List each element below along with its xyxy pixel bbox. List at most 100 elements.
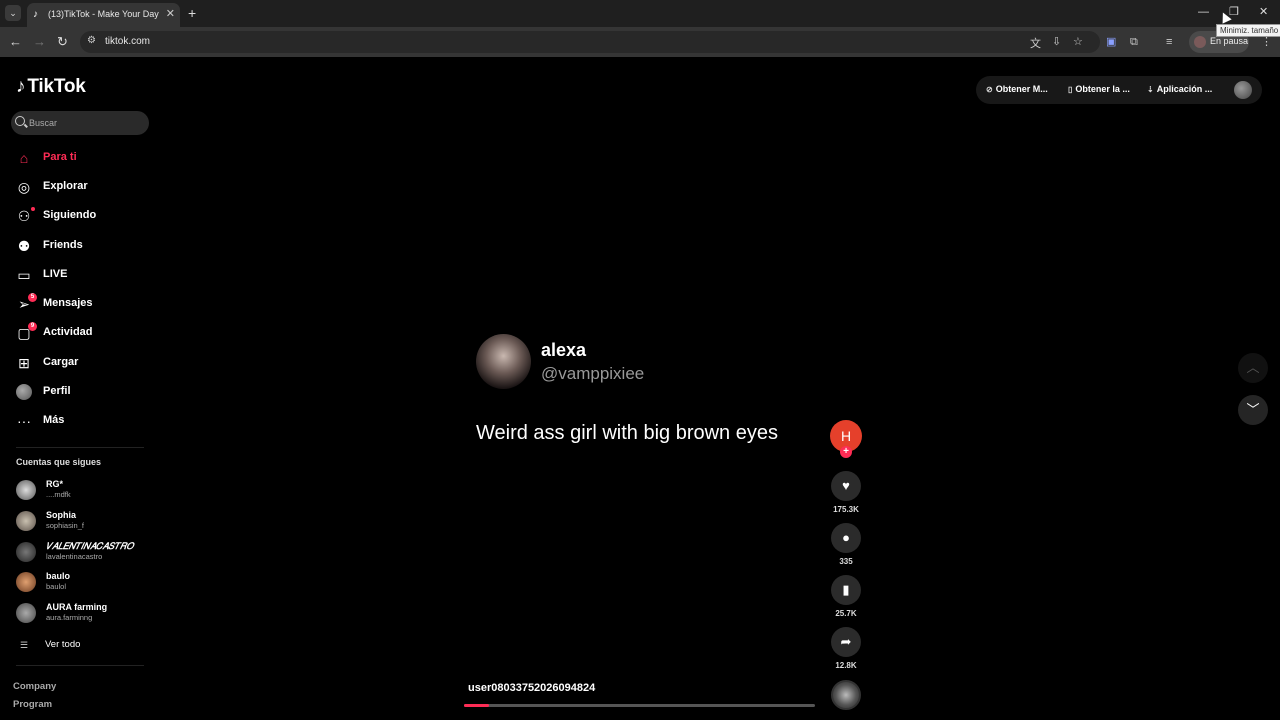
browser-tab-bar: ⌄ ♪ (13)TikTok - Make Your Day ✕ + — ❐ ✕ <box>0 0 1280 27</box>
divider <box>16 447 144 448</box>
share-button[interactable]: ➦ 12.8K <box>831 627 861 670</box>
bookmark-star-icon[interactable]: ☆ <box>1073 35 1083 48</box>
post-author-handle[interactable]: @vamppixiee <box>541 364 644 384</box>
get-coins-button[interactable]: ⊘ Obtener M... <box>986 84 1048 94</box>
search-input[interactable] <box>29 115 139 131</box>
action-column: H + ♥ 175.3K ● 335 ▮ 25.7K ➦ 12.8K <box>830 420 864 720</box>
logo-text: TikTok <box>27 76 86 97</box>
followed-account[interactable]: 𝑉𝐴𝐿𝐸𝑁𝑇𝐼𝑁𝐴𝐶𝐴𝑆𝑇𝑅𝑂 lavalentinacastro <box>16 538 156 566</box>
upload-icon: ⊞ <box>18 355 30 371</box>
avatar <box>16 480 36 500</box>
followed-account[interactable]: RG* ....mdfk <box>16 476 156 504</box>
previous-video-button[interactable]: ︿ <box>1238 353 1268 383</box>
tab-search-button[interactable]: ⌄ <box>5 5 21 21</box>
nav-item-cargar[interactable]: ⊞ Cargar <box>16 352 156 374</box>
search-icon <box>15 116 25 126</box>
nav-item-para-ti[interactable]: ⌂ Para ti <box>16 147 156 169</box>
nav-label: Actividad <box>43 326 93 338</box>
compass-icon: ◎ <box>17 179 31 195</box>
progress-fill <box>464 704 489 707</box>
extensions-puzzle-icon[interactable]: ⧉ <box>1130 35 1138 49</box>
nav-item-explorar[interactable]: ◎ Explorar <box>16 176 156 198</box>
nav-item-siguiendo[interactable]: ⚇ Siguiendo <box>16 205 156 227</box>
forward-icon[interactable]: → <box>33 34 46 50</box>
music-disc-icon[interactable] <box>831 680 861 710</box>
save-count: 25.7K <box>835 609 857 618</box>
get-app-button[interactable]: ▯ Obtener la ... <box>1068 84 1130 94</box>
account-name: RG* <box>46 479 64 489</box>
tiktok-logo[interactable]: ♪ TikTok <box>16 76 86 98</box>
address-bar[interactable]: ⚙ tiktok.com 文 ⇩ ☆ <box>80 31 1100 53</box>
avatar <box>16 603 36 623</box>
messages-badge: 5 <box>28 293 37 302</box>
see-all-label: Ver todo <box>45 639 81 650</box>
nav-item-actividad[interactable]: ▢ 9 Actividad <box>16 322 156 344</box>
nav-label: Explorar <box>43 180 88 192</box>
avatar <box>16 542 36 562</box>
nav-item-friends[interactable]: ⚉ Friends <box>16 235 156 257</box>
browser-menu-icon[interactable]: ⋮ <box>1261 35 1272 49</box>
nav-label: Más <box>43 414 65 426</box>
list-icon: ☰ <box>20 640 29 650</box>
post-author-name[interactable]: alexa <box>541 340 586 361</box>
like-count: 175.3K <box>833 505 859 514</box>
nav-label: Friends <box>43 239 83 251</box>
account-handle: ....mdfk <box>46 490 71 499</box>
header-actions: ⊘ Obtener M... ▯ Obtener la ... ⇣ Aplicació… <box>976 76 1262 104</box>
button-label: Obtener la ... <box>1075 84 1130 94</box>
friends-icon: ⚉ <box>17 238 31 254</box>
extension-icon[interactable]: ▣ <box>1106 35 1116 49</box>
coin-icon: ⊘ <box>986 85 993 94</box>
translate-icon[interactable]: 文 <box>1030 35 1041 51</box>
home-icon: ⌂ <box>19 150 29 166</box>
nav-item-mas[interactable]: ··· Más <box>16 410 156 432</box>
followed-account[interactable]: baulo baulol <box>16 568 156 596</box>
see-all-button[interactable]: ☰ Ver todo <box>20 637 140 653</box>
tiktok-note-icon: ♪ <box>16 76 26 97</box>
feed-post: alexa @vamppixiee Weird ass girl with bi… <box>464 334 876 714</box>
profile-icon <box>16 384 32 400</box>
post-author-avatar[interactable] <box>476 334 531 389</box>
nav-label: Siguiendo <box>43 209 97 221</box>
reading-list-icon[interactable]: ≡ <box>1166 35 1172 49</box>
followed-account[interactable]: AURA farming aura.farminng <box>16 599 156 627</box>
footer-link-company[interactable]: Company <box>13 681 56 692</box>
reload-icon[interactable]: ↻ <box>57 34 68 50</box>
followed-account[interactable]: Sophia sophiasin_f <box>16 507 156 535</box>
nav-label: LIVE <box>43 268 68 280</box>
close-window-button[interactable]: ✕ <box>1259 4 1268 20</box>
nav-item-perfil[interactable]: Perfil <box>16 381 156 403</box>
share-icon: ➦ <box>831 627 861 657</box>
avatar <box>16 572 36 592</box>
user-avatar[interactable] <box>1234 81 1252 99</box>
search-box[interactable] <box>11 111 149 135</box>
like-button[interactable]: ♥ 175.3K <box>831 471 861 514</box>
tab-title: (13)TikTok - Make Your Day <box>48 9 159 19</box>
minimize-button[interactable]: — <box>1198 4 1209 20</box>
new-tab-button[interactable]: + <box>188 5 196 21</box>
close-tab-icon[interactable]: ✕ <box>166 8 175 20</box>
nav-item-live[interactable]: ▭ LIVE <box>16 264 156 286</box>
desktop-app-button[interactable]: ⇣ Aplicación ... <box>1147 84 1212 94</box>
save-button[interactable]: ▮ 25.7K <box>831 575 861 618</box>
nav-label: Perfil <box>43 385 71 397</box>
browser-tab[interactable]: ♪ (13)TikTok - Make Your Day ✕ <box>27 3 180 27</box>
url-text: tiktok.com <box>105 36 151 47</box>
follow-plus-icon[interactable]: + <box>840 446 852 458</box>
account-name: baulo <box>46 571 70 581</box>
profile-avatar <box>1194 36 1206 48</box>
site-info-icon[interactable]: ⚙ <box>87 35 96 46</box>
video-progress-bar[interactable] <box>464 704 815 707</box>
tooltip: Minimiz. tamaño <box>1216 24 1280 37</box>
post-username[interactable]: user08033752026094824 <box>468 682 595 694</box>
download-icon: ⇣ <box>1147 85 1154 94</box>
install-app-icon[interactable]: ⇩ <box>1052 35 1061 48</box>
footer-link-program[interactable]: Program <box>13 699 52 710</box>
next-video-button[interactable]: ﹀ <box>1238 395 1268 425</box>
live-icon: ▭ <box>17 267 31 283</box>
comment-button[interactable]: ● 335 <box>831 523 861 566</box>
back-icon[interactable]: ← <box>9 34 22 50</box>
nav-item-mensajes[interactable]: ➢ 5 Mensajes <box>16 293 156 315</box>
post-caption: Weird ass girl with big brown eyes <box>476 422 778 444</box>
heart-icon: ♥ <box>831 471 861 501</box>
